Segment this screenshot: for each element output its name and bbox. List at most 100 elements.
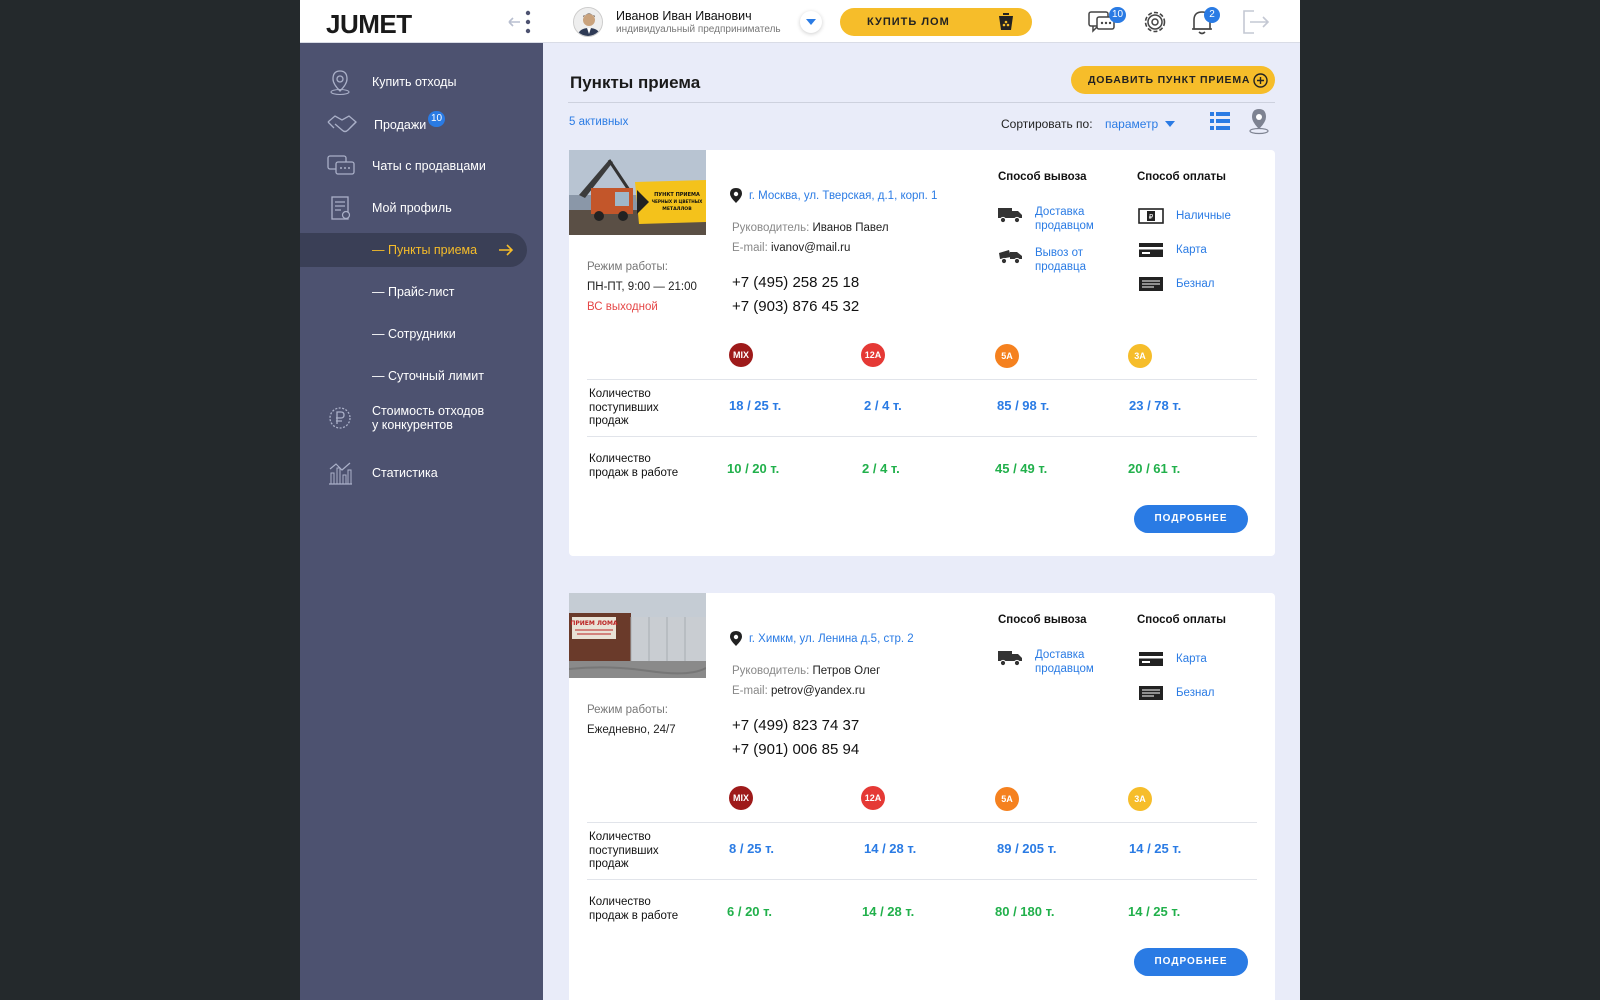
payment-option-cashless[interactable]: Безнал <box>1176 277 1214 291</box>
email-value[interactable]: petrov@yandex.ru <box>771 685 865 697</box>
option-line-1: Доставка <box>1035 649 1085 661</box>
sort-dropdown[interactable]: параметр <box>1105 117 1158 131</box>
sidebar-item-statistics[interactable]: Статистика <box>300 453 543 493</box>
details-button[interactable]: ПОДРОБНЕЕ <box>1134 505 1248 533</box>
notifications-bell-icon[interactable]: 2 <box>1188 7 1220 37</box>
label-line-2: поступивших <box>589 401 659 414</box>
card-icon <box>1138 651 1164 672</box>
payment-option-card[interactable]: Карта <box>1176 243 1207 257</box>
divider <box>587 822 1257 823</box>
collapse-sidebar-icon[interactable] <box>507 9 537 35</box>
details-button[interactable]: ПОДРОБНЕЕ <box>1134 948 1248 976</box>
payment-option-cash[interactable]: Наличные <box>1176 209 1231 223</box>
sidebar-item-sales[interactable]: Продажи 10 <box>300 104 543 144</box>
in-work-value: 6 / 20 т. <box>727 904 772 919</box>
settings-gear-icon[interactable] <box>1140 7 1172 37</box>
grade-chip-3a: 3A <box>1128 344 1152 368</box>
in-work-value: 20 / 61 т. <box>1128 461 1181 476</box>
pickup-option-collect[interactable]: Вывоз от продавца <box>1035 246 1086 274</box>
phone-2[interactable]: +7 (903) 876 45 32 <box>732 298 859 315</box>
add-collection-point-button[interactable]: ДОБАВИТЬ ПУНКТ ПРИЕМА <box>1071 66 1275 94</box>
received-value: 8 / 25 т. <box>729 841 774 856</box>
divider <box>568 102 1275 103</box>
received-value: 85 / 98 т. <box>997 398 1050 413</box>
divider <box>587 436 1257 437</box>
sidebar-subitem-collection-points[interactable]: — Пункты приема <box>300 233 527 267</box>
phone-1[interactable]: +7 (495) 258 25 18 <box>732 274 859 291</box>
sidebar-item-chats[interactable]: Чаты с продавцами <box>300 146 543 186</box>
collection-point-photo[interactable]: ПРИЕМ ЛОМА <box>569 593 706 678</box>
sidebar-item-competitor-prices[interactable]: Стоимость отходов у конкурентов <box>300 398 543 438</box>
location-pin-icon <box>730 631 742 651</box>
sidebar-item-profile[interactable]: Мой профиль <box>300 188 543 228</box>
payment-option-card[interactable]: Карта <box>1176 652 1207 666</box>
sidebar-subitem-label: — Сотрудники <box>372 327 456 341</box>
buy-scrap-label: КУПИТЬ ЛОМ <box>867 16 950 28</box>
buy-scrap-button[interactable]: КУПИТЬ ЛОМ <box>840 8 1032 36</box>
logo[interactable]: JUMET <box>326 9 412 40</box>
sidebar-item-buy-waste[interactable]: Купить отходы <box>300 62 543 102</box>
divider <box>587 379 1257 380</box>
map-view-icon[interactable] <box>1246 107 1272 140</box>
sidebar-subitem-label: — Суточный лимит <box>372 369 484 383</box>
profile-document-icon <box>326 194 354 222</box>
in-work-sales-label: Количество продаж в работе <box>589 453 678 480</box>
logout-icon[interactable] <box>1240 7 1272 37</box>
manager: Руководитель: Петров Олег <box>732 665 880 677</box>
label-line-2: продаж в работе <box>589 466 679 479</box>
label-line-3: продаж <box>589 415 629 427</box>
label-line-3: продаж <box>589 858 629 870</box>
in-work-value: 45 / 49 т. <box>995 461 1048 476</box>
invoice-icon <box>1138 685 1164 706</box>
label-line-2: поступивших <box>589 844 659 857</box>
received-value: 18 / 25 т. <box>729 398 782 413</box>
work-hours: Ежедневно, 24/7 <box>587 724 676 736</box>
user-menu-dropdown-icon[interactable] <box>800 11 822 33</box>
payment-option-cashless[interactable]: Безнал <box>1176 686 1214 700</box>
sidebar-item-label: Продажи <box>374 118 427 132</box>
phone-1[interactable]: +7 (499) 823 74 37 <box>732 717 859 734</box>
option-line-1: Вывоз от <box>1035 247 1084 259</box>
sidebar-subitem-employees[interactable]: — Сотрудники <box>300 314 543 354</box>
location-pin-icon <box>730 188 742 208</box>
pickup-option-delivery[interactable]: Доставка продавцом <box>1035 205 1094 233</box>
address-link[interactable]: г. Москва, ул. Тверская, д.1, корп. 1 <box>749 190 937 202</box>
pickup-heading: Способ вывоза <box>998 614 1087 626</box>
pickup-heading: Способ вывоза <box>998 171 1087 183</box>
invoice-icon <box>1138 276 1164 297</box>
work-hours: ПН-ПТ, 9:00 — 21:00 <box>587 281 697 293</box>
collection-point-photo[interactable]: ПУНКТ ПРИЕМА ЧЕРНЫХ И ЦВЕТНЫХ МЕТАЛЛОВ <box>569 150 706 235</box>
divider <box>587 879 1257 880</box>
email: E-mail: ivanov@mail.ru <box>732 242 850 254</box>
sales-badge: 10 <box>428 111 446 127</box>
email-label: E-mail: <box>732 685 768 697</box>
chats-icon[interactable]: 10 <box>1087 7 1127 37</box>
page-title: Пункты приема <box>570 73 701 92</box>
card-icon <box>1138 242 1164 263</box>
received-value: 14 / 28 т. <box>864 841 917 856</box>
received-value: 23 / 78 т. <box>1129 398 1182 413</box>
email-label: E-mail: <box>732 242 768 254</box>
phone-2[interactable]: +7 (901) 006 85 94 <box>732 741 859 758</box>
work-hours-label: Режим работы: <box>587 261 668 273</box>
avatar[interactable] <box>573 7 603 37</box>
received-value: 2 / 4 т. <box>864 398 902 413</box>
grade-chip-12a: 12A <box>861 786 885 810</box>
pickup-option-delivery[interactable]: Доставка продавцом <box>1035 648 1094 676</box>
sidebar-subitem-daily-limit[interactable]: — Суточный лимит <box>300 356 543 396</box>
list-view-icon[interactable] <box>1209 110 1231 137</box>
email-value[interactable]: ivanov@mail.ru <box>771 242 850 254</box>
delivery-truck-icon <box>997 649 1024 672</box>
grade-chip-5a: 5A <box>995 787 1019 811</box>
plus-circle-icon <box>1253 73 1268 93</box>
in-work-value: 14 / 28 т. <box>862 904 915 919</box>
label-line-1: Количество <box>589 896 651 908</box>
sort-label: Сортировать по: <box>1001 117 1093 131</box>
address-link[interactable]: г. Химкм, ул. Ленина д.5, стр. 2 <box>749 633 914 645</box>
notifications-badge: 2 <box>1204 7 1220 23</box>
received-sales-label: Количество поступивших продаж <box>589 388 659 429</box>
chevron-down-icon[interactable] <box>1165 121 1175 127</box>
active-count[interactable]: 5 активных <box>569 116 628 128</box>
collection-point-card: ПРИЕМ ЛОМА Режим работы: Ежедневно, 24/7… <box>569 593 1275 1000</box>
sidebar-subitem-price-list[interactable]: — Прайс-лист <box>300 272 543 312</box>
